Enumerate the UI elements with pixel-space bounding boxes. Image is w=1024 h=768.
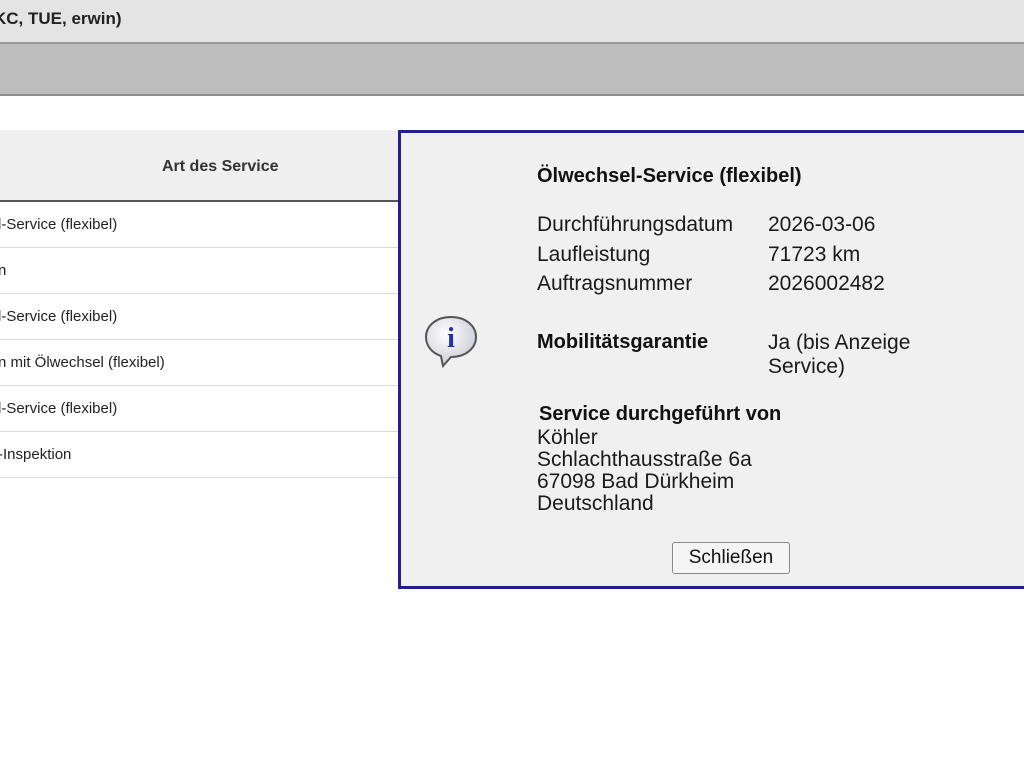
detail-value-order-number: 2026002482: [768, 272, 885, 295]
table-cell: l-Service (flexibel): [0, 308, 118, 325]
detail-label-order-number: Auftragsnummer: [537, 272, 693, 295]
table-row[interactable]: l-Service (flexibel): [0, 294, 398, 340]
table-header: Art des Service: [0, 130, 398, 202]
table-cell: n mit Ölwechsel (flexibel): [0, 354, 165, 371]
table-row[interactable]: n mit Ölwechsel (flexibel): [0, 340, 398, 386]
table-cell: l-Service (flexibel): [0, 400, 118, 417]
service-details-dialog: i Ölwechsel-Service (flexibel) Durchführ…: [398, 130, 1024, 589]
window-titlebar: KC, TUE, erwin): [0, 0, 1024, 44]
close-button[interactable]: Schließen: [672, 542, 790, 574]
table-cell: l-Service (flexibel): [0, 216, 118, 233]
provider-city: 67098 Bad Dürkheim: [537, 470, 735, 493]
window-title: KC, TUE, erwin): [0, 9, 122, 28]
info-icon: i: [424, 315, 478, 369]
table-row[interactable]: l-Service (flexibel): [0, 386, 398, 432]
table-cell: n: [0, 262, 7, 279]
svg-text:i: i: [447, 323, 455, 354]
detail-label-date: Durchführungsdatum: [537, 213, 734, 236]
detail-label-mileage: Laufleistung: [537, 243, 651, 266]
table-row[interactable]: l-Service (flexibel): [0, 202, 398, 248]
service-history-table: Art des Service l-Service (flexibel) n l…: [0, 130, 398, 478]
mobility-guarantee-value: Ja (bis Anzeige Service): [768, 331, 911, 378]
table-cell: -Inspektion: [0, 446, 72, 463]
detail-value-mileage: 71723 km: [768, 243, 861, 266]
provider-heading: Service durchgeführt von: [539, 403, 782, 425]
mobility-guarantee-label: Mobilitätsgarantie: [537, 331, 709, 353]
table-row[interactable]: n: [0, 248, 398, 294]
provider-street: Schlachthausstraße 6a: [537, 448, 752, 471]
provider-country: Deutschland: [537, 492, 654, 515]
table-row[interactable]: -Inspektion: [0, 432, 398, 478]
toolbar: [0, 44, 1024, 96]
provider-name: Köhler: [537, 426, 598, 449]
column-header-service-type: Art des Service: [162, 158, 279, 175]
dialog-title: Ölwechsel-Service (flexibel): [537, 165, 802, 187]
detail-value-date: 2026-03-06: [768, 213, 876, 236]
